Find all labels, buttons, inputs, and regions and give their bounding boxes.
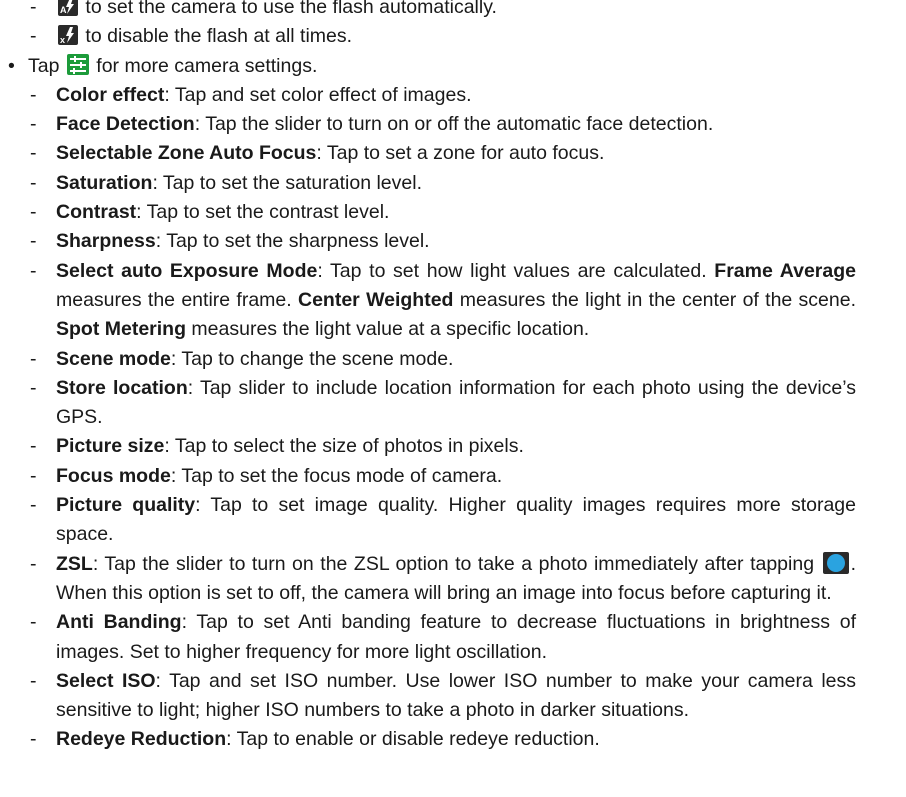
item-text: measures the light in the center of the … [453, 288, 857, 311]
svg-text:A: A [60, 5, 67, 15]
item-text: : Tap to enable or disable redeye reduct… [226, 728, 600, 751]
list-item-color-effect: - Color effect: Tap and set color effect… [0, 81, 856, 110]
bullet-marker: • [8, 54, 15, 77]
item-label: Sharpness [56, 230, 156, 253]
dash-marker: - [30, 0, 37, 18]
item-label: Selectable Zone Auto Focus [56, 142, 317, 165]
dash-marker: - [30, 83, 37, 106]
item-text: : Tap the slider to turn on or off the a… [194, 113, 714, 136]
dash-marker: - [30, 230, 37, 253]
item-label: Store location [56, 376, 188, 399]
item-text: : Tap to change the scene mode. [170, 347, 454, 370]
dash-marker: - [30, 611, 37, 634]
item-label: Picture quality [56, 494, 196, 517]
dash-marker: - [30, 347, 37, 370]
dash-marker: - [30, 25, 37, 48]
list-item-store-location: - Store location: Tap slider to include … [0, 374, 856, 433]
item-label: Contrast [56, 201, 137, 224]
manual-page: - A to set the camera to use the flash a… [0, 0, 906, 755]
item-label: ZSL [56, 552, 93, 575]
list-item-zone-auto-focus: - Selectable Zone Auto Focus: Tap to set… [0, 139, 856, 168]
item-label: Anti Banding [56, 611, 182, 634]
dash-marker: - [30, 201, 37, 224]
item-label: Picture size [56, 435, 165, 458]
list-item-anti-banding: - Anti Banding: Tap to set Anti banding … [0, 608, 856, 667]
list-item-exposure-mode: - Select auto Exposure Mode: Tap to set … [0, 257, 856, 345]
item-label: Select ISO [56, 669, 156, 692]
item-label: Select auto Exposure Mode [56, 259, 318, 282]
dash-marker: - [30, 494, 37, 517]
list-item-redeye-reduction: - Redeye Reduction: Tap to enable or dis… [0, 725, 856, 754]
item-text: : Tap to set the focus mode of camera. [170, 464, 503, 487]
list-item-sharpness: - Sharpness: Tap to set the sharpness le… [0, 227, 856, 256]
shutter-button-circle [826, 553, 845, 572]
flash-auto-text: to set the camera to use the flash autom… [80, 0, 497, 18]
list-item-saturation: - Saturation: Tap to set the saturation … [0, 169, 856, 198]
item-text: measures the light value at a specific l… [186, 318, 590, 341]
dash-marker: - [30, 728, 37, 751]
list-item-camera-settings: • Tap for more camera settings. [0, 52, 856, 81]
dash-marker: - [30, 669, 37, 692]
list-item-focus-mode: - Focus mode: Tap to set the focus mode … [0, 462, 856, 491]
flash-auto-icon: A [58, 0, 78, 16]
dash-marker: - [30, 259, 37, 282]
item-text: : Tap and set color effect of images. [164, 83, 472, 106]
settings-suffix: for more camera settings. [90, 54, 318, 77]
item-text: : Tap to set the contrast level. [136, 201, 390, 224]
camera-settings-icon [66, 53, 89, 75]
list-item-scene-mode: - Scene mode: Tap to change the scene mo… [0, 345, 856, 374]
item-label: Saturation [56, 171, 153, 194]
list-item-select-iso: - Select ISO: Tap and set ISO number. Us… [0, 667, 856, 726]
dash-marker: - [30, 171, 37, 194]
spot-metering-term: Spot Metering [56, 318, 186, 341]
dash-marker: - [30, 435, 37, 458]
list-item-contrast: - Contrast: Tap to set the contrast leve… [0, 198, 856, 227]
dash-marker: - [30, 142, 37, 165]
item-text: : Tap to set how light values are calcul… [317, 259, 715, 282]
item-label: Scene mode [56, 347, 171, 370]
item-text: : Tap the slider to turn on the ZSL opti… [92, 552, 821, 575]
item-text: measures the entire frame. [56, 288, 298, 311]
dash-marker: - [30, 376, 37, 399]
dash-marker: - [30, 552, 37, 575]
item-label: Focus mode [56, 464, 171, 487]
dash-marker: - [30, 113, 37, 136]
item-label: Face Detection [56, 113, 195, 136]
list-item-picture-size: - Picture size: Tap to select the size o… [0, 432, 856, 461]
item-text: : Tap to select the size of photos in pi… [164, 435, 524, 458]
settings-prefix: Tap [28, 54, 65, 77]
center-weighted-term: Center Weighted [298, 288, 454, 311]
item-label: Redeye Reduction [56, 728, 227, 751]
item-label: Color effect [56, 83, 165, 106]
shutter-icon [822, 551, 849, 574]
frame-average-term: Frame Average [714, 259, 856, 282]
item-text: : Tap to set a zone for auto focus. [316, 142, 605, 165]
flash-off-icon: x [58, 25, 78, 46]
svg-text:x: x [60, 35, 65, 45]
item-text: : Tap to set the saturation level. [152, 171, 422, 194]
list-item-flash-off: - x to disable the flash at all times. [0, 22, 856, 51]
dash-marker: - [30, 464, 37, 487]
item-text: : Tap and set ISO number. Use lower ISO … [56, 669, 856, 722]
list-item-flash-auto: - A to set the camera to use the flash a… [0, 0, 856, 22]
list-item-picture-quality: - Picture quality: Tap to set image qual… [0, 491, 856, 550]
list-item-zsl: - ZSL: Tap the slider to turn on the ZSL… [0, 550, 856, 609]
flash-off-text: to disable the flash at all times. [80, 25, 353, 48]
item-text: : Tap to set the sharpness level. [155, 230, 430, 253]
list-item-face-detection: - Face Detection: Tap the slider to turn… [0, 110, 856, 139]
